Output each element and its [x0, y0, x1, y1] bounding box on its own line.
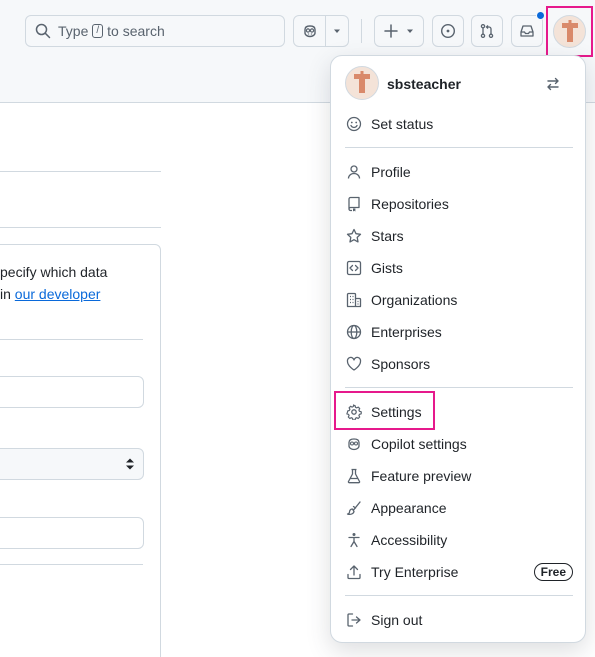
globe-icon: [346, 324, 362, 340]
plus-icon: [384, 24, 398, 38]
accessibility-icon: [348, 533, 360, 548]
star-icon: [346, 228, 362, 243]
person-icon: [347, 165, 361, 179]
menu-item-label: Enterprises: [371, 324, 442, 340]
menu-item-label: Gists: [371, 260, 403, 276]
menu-item-label: Organizations: [371, 292, 458, 308]
menu-item-appearance[interactable]: Appearance: [339, 492, 579, 524]
section-divider: [0, 171, 161, 172]
triangle-down-icon: [407, 29, 413, 33]
menu-item-stars[interactable]: Stars: [339, 220, 579, 252]
settings-highlight-box: [334, 391, 435, 430]
heart-icon: [346, 356, 362, 371]
arrow-switch-icon[interactable]: [545, 76, 561, 92]
text-field[interactable]: [0, 517, 144, 549]
menu-item-sign-out[interactable]: Sign out: [339, 604, 579, 636]
section-divider: [0, 227, 161, 228]
pull-requests-button[interactable]: [471, 15, 503, 47]
menu-item-try-enterprise[interactable]: Try Enterprise Free: [339, 556, 579, 588]
intro-text-line-2: in our developer: [0, 286, 100, 302]
menu-item-label: Appearance: [371, 500, 447, 516]
panel-divider: [0, 339, 143, 340]
menu-item-label: Try Enterprise: [371, 564, 459, 580]
copilot-split-button: [293, 15, 349, 47]
menu-item-label: Stars: [371, 228, 404, 244]
menu-item-label: Feature preview: [371, 468, 472, 484]
text-field[interactable]: [0, 376, 144, 408]
menu-item-profile[interactable]: Profile: [339, 156, 579, 188]
user-avatar-button[interactable]: [546, 6, 593, 57]
copilot-icon: [303, 25, 316, 38]
intro-text-line-1: pecify which data: [0, 264, 108, 280]
inbox-icon: [520, 25, 534, 37]
select-field[interactable]: [0, 448, 144, 480]
menu-user-header: sbsteacher: [345, 66, 573, 102]
git-pull-request-icon: [480, 23, 494, 39]
menu-item-label: Set status: [371, 116, 434, 132]
menu-divider: [345, 147, 573, 148]
menu-item-enterprises[interactable]: Enterprises: [339, 316, 579, 348]
menu-item-label: Profile: [371, 164, 411, 180]
menu-item-organizations[interactable]: Organizations: [339, 284, 579, 316]
code-square-icon: [346, 260, 362, 276]
copilot-menu-button[interactable]: [326, 15, 349, 47]
menu-item-copilot-settings[interactable]: Copilot settings: [339, 428, 579, 460]
sign-out-icon: [347, 613, 361, 627]
menu-item-gists[interactable]: Gists: [339, 252, 579, 284]
search-input[interactable]: Type / to search: [25, 15, 285, 47]
organization-icon: [346, 292, 362, 308]
menu-item-label: Sign out: [371, 612, 423, 628]
free-badge: Free: [533, 563, 573, 581]
menu-item-accessibility[interactable]: Accessibility: [339, 524, 579, 556]
header-divider: [361, 19, 362, 43]
avatar: [553, 15, 586, 48]
copilot-button[interactable]: [293, 15, 326, 47]
repo-icon: [348, 196, 360, 212]
paintbrush-icon: [346, 501, 361, 516]
menu-item-repositories[interactable]: Repositories: [339, 188, 579, 220]
avatar-identicon: [354, 71, 370, 93]
menu-item-label: Sponsors: [371, 356, 431, 372]
menu-divider: [345, 595, 573, 596]
search-icon: [35, 23, 51, 39]
upload-icon: [347, 565, 361, 580]
intro-text-prefix: in: [0, 286, 15, 302]
avatar-identicon: [561, 19, 578, 42]
menu-item-label: Accessibility: [371, 532, 448, 548]
menu-item-feature-preview[interactable]: Feature preview: [339, 460, 579, 492]
user-menu: sbsteacher Set status Profile Repositori…: [330, 55, 586, 643]
menu-item-set-status[interactable]: Set status: [339, 108, 579, 140]
issues-button[interactable]: [432, 15, 464, 47]
beaker-icon: [347, 468, 361, 484]
panel-divider: [0, 564, 143, 565]
search-suffix: to search: [107, 23, 165, 39]
menu-divider: [345, 387, 573, 388]
smiley-icon: [346, 116, 362, 132]
create-new-button[interactable]: [374, 15, 424, 47]
developer-docs-link[interactable]: our developer: [15, 286, 101, 302]
search-shortcut-key: /: [92, 24, 104, 38]
menu-username: sbsteacher: [387, 76, 461, 92]
issue-opened-icon: [440, 23, 456, 39]
triangle-down-icon: [334, 29, 340, 33]
menu-item-label: Repositories: [371, 196, 449, 212]
notification-dot: [536, 11, 545, 20]
copilot-icon: [348, 438, 360, 451]
search-prefix: Type: [58, 23, 89, 39]
select-caret-icon: [126, 458, 134, 470]
menu-item-sponsors[interactable]: Sponsors: [339, 348, 579, 380]
menu-item-label: Copilot settings: [371, 436, 467, 452]
menu-avatar: [345, 66, 379, 100]
